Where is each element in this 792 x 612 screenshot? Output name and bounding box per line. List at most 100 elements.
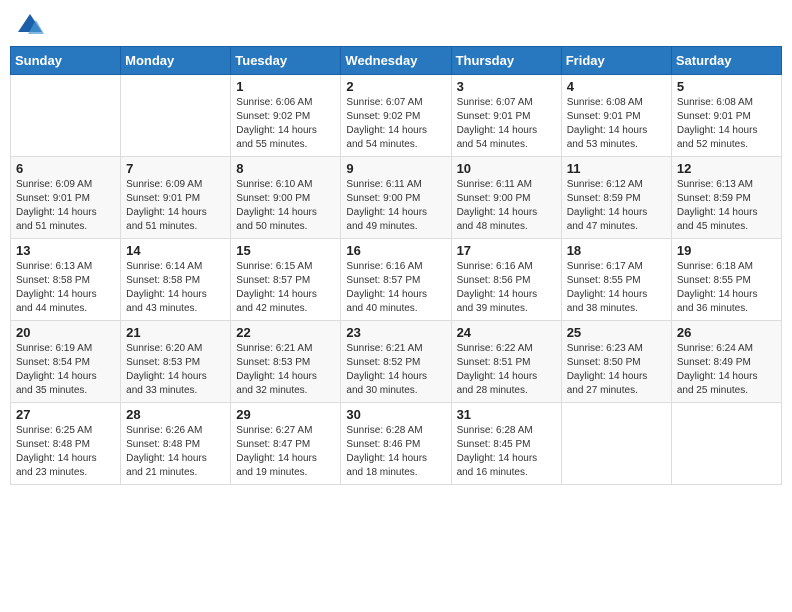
day-number: 1 <box>236 79 335 94</box>
day-number: 4 <box>567 79 666 94</box>
col-tuesday: Tuesday <box>231 47 341 75</box>
calendar-cell: 3 Sunrise: 6:07 AM Sunset: 9:01 PM Daylig… <box>451 75 561 157</box>
calendar-cell: 12Sunrise: 6:13 AM Sunset: 8:59 PM Dayli… <box>671 157 781 239</box>
calendar-week-1: 1 Sunrise: 6:06 AM Sunset: 9:02 PM Daylig… <box>11 75 782 157</box>
day-number: 14 <box>126 243 225 258</box>
calendar-cell: 23Sunrise: 6:21 AM Sunset: 8:52 PM Dayli… <box>341 321 451 403</box>
col-monday: Monday <box>121 47 231 75</box>
col-thursday: Thursday <box>451 47 561 75</box>
col-wednesday: Wednesday <box>341 47 451 75</box>
day-number: 27 <box>16 407 115 422</box>
day-info: Sunrise: 6:28 AM Sunset: 8:46 PM Dayligh… <box>346 424 445 480</box>
day-info: Sunrise: 6:27 AM Sunset: 8:47 PM Dayligh… <box>236 424 335 480</box>
day-number: 3 <box>457 79 556 94</box>
day-number: 29 <box>236 407 335 422</box>
calendar-header-row: Sunday Monday Tuesday Wednesday Thursday… <box>11 47 782 75</box>
calendar-cell: 4 Sunrise: 6:08 AM Sunset: 9:01 PM Daylig… <box>561 75 671 157</box>
day-number: 16 <box>346 243 445 258</box>
day-info: Sunrise: 6:09 AM Sunset: 9:01 PM Dayligh… <box>126 178 225 234</box>
calendar-cell <box>11 75 121 157</box>
calendar-cell: 13 Sunrise: 6:13 AM Sunset: 8:58 PM Dayli… <box>11 239 121 321</box>
day-info: Sunrise: 6:24 AM Sunset: 8:49 PM Dayligh… <box>677 342 776 398</box>
day-info: Sunrise: 6:12 AM Sunset: 8:59 PM Dayligh… <box>567 178 666 234</box>
day-info: Sunrise: 6:16 AM Sunset: 8:57 PM Dayligh… <box>346 260 445 316</box>
calendar-cell: 11Sunrise: 6:12 AM Sunset: 8:59 PM Dayli… <box>561 157 671 239</box>
calendar-cell: 8 Sunrise: 6:10 AM Sunset: 9:00 PM Daylig… <box>231 157 341 239</box>
day-info: Sunrise: 6:11 AM Sunset: 9:00 PM Dayligh… <box>346 178 445 234</box>
day-info: Sunrise: 6:07 AM Sunset: 9:02 PM Dayligh… <box>346 96 445 152</box>
calendar-week-5: 27 Sunrise: 6:25 AM Sunset: 8:48 PM Dayli… <box>11 403 782 485</box>
day-number: 26 <box>677 325 776 340</box>
day-number: 13 <box>16 243 115 258</box>
calendar-cell: 14 Sunrise: 6:14 AM Sunset: 8:58 PM Dayli… <box>121 239 231 321</box>
day-number: 8 <box>236 161 335 176</box>
logo-icon <box>16 10 44 38</box>
calendar-cell: 29 Sunrise: 6:27 AM Sunset: 8:47 PM Dayli… <box>231 403 341 485</box>
day-info: Sunrise: 6:21 AM Sunset: 8:53 PM Dayligh… <box>236 342 335 398</box>
day-info: Sunrise: 6:19 AM Sunset: 8:54 PM Dayligh… <box>16 342 115 398</box>
calendar-cell: 25Sunrise: 6:23 AM Sunset: 8:50 PM Dayli… <box>561 321 671 403</box>
calendar-cell: 10 Sunrise: 6:11 AM Sunset: 9:00 PM Dayli… <box>451 157 561 239</box>
day-number: 10 <box>457 161 556 176</box>
day-info: Sunrise: 6:06 AM Sunset: 9:02 PM Dayligh… <box>236 96 335 152</box>
calendar-cell: 5 Sunrise: 6:08 AM Sunset: 9:01 PM Daylig… <box>671 75 781 157</box>
day-info: Sunrise: 6:18 AM Sunset: 8:55 PM Dayligh… <box>677 260 776 316</box>
day-number: 9 <box>346 161 445 176</box>
calendar-cell: 17 Sunrise: 6:16 AM Sunset: 8:56 PM Dayli… <box>451 239 561 321</box>
page-header <box>10 10 782 38</box>
calendar-cell: 24 Sunrise: 6:22 AM Sunset: 8:51 PM Dayli… <box>451 321 561 403</box>
calendar-cell: 1 Sunrise: 6:06 AM Sunset: 9:02 PM Daylig… <box>231 75 341 157</box>
day-info: Sunrise: 6:14 AM Sunset: 8:58 PM Dayligh… <box>126 260 225 316</box>
logo <box>14 10 44 38</box>
day-info: Sunrise: 6:28 AM Sunset: 8:45 PM Dayligh… <box>457 424 556 480</box>
day-number: 2 <box>346 79 445 94</box>
day-number: 15 <box>236 243 335 258</box>
day-info: Sunrise: 6:11 AM Sunset: 9:00 PM Dayligh… <box>457 178 556 234</box>
day-number: 19 <box>677 243 776 258</box>
day-number: 7 <box>126 161 225 176</box>
day-info: Sunrise: 6:10 AM Sunset: 9:00 PM Dayligh… <box>236 178 335 234</box>
day-info: Sunrise: 6:08 AM Sunset: 9:01 PM Dayligh… <box>677 96 776 152</box>
day-number: 25 <box>567 325 666 340</box>
day-info: Sunrise: 6:20 AM Sunset: 8:53 PM Dayligh… <box>126 342 225 398</box>
day-info: Sunrise: 6:15 AM Sunset: 8:57 PM Dayligh… <box>236 260 335 316</box>
day-info: Sunrise: 6:17 AM Sunset: 8:55 PM Dayligh… <box>567 260 666 316</box>
calendar-cell: 26 Sunrise: 6:24 AM Sunset: 8:49 PM Dayli… <box>671 321 781 403</box>
day-number: 31 <box>457 407 556 422</box>
calendar-cell: 16 Sunrise: 6:16 AM Sunset: 8:57 PM Dayli… <box>341 239 451 321</box>
calendar-cell: 28Sunrise: 6:26 AM Sunset: 8:48 PM Dayli… <box>121 403 231 485</box>
day-number: 12 <box>677 161 776 176</box>
calendar-cell: 22 Sunrise: 6:21 AM Sunset: 8:53 PM Dayli… <box>231 321 341 403</box>
calendar-cell: 20Sunrise: 6:19 AM Sunset: 8:54 PM Dayli… <box>11 321 121 403</box>
day-number: 22 <box>236 325 335 340</box>
calendar-cell: 6 Sunrise: 6:09 AM Sunset: 9:01 PM Daylig… <box>11 157 121 239</box>
calendar-cell: 30 Sunrise: 6:28 AM Sunset: 8:46 PM Dayli… <box>341 403 451 485</box>
col-friday: Friday <box>561 47 671 75</box>
calendar-cell: 15 Sunrise: 6:15 AM Sunset: 8:57 PM Dayli… <box>231 239 341 321</box>
calendar-body: 1 Sunrise: 6:06 AM Sunset: 9:02 PM Daylig… <box>11 75 782 485</box>
day-info: Sunrise: 6:21 AM Sunset: 8:52 PM Dayligh… <box>346 342 445 398</box>
day-info: Sunrise: 6:08 AM Sunset: 9:01 PM Dayligh… <box>567 96 666 152</box>
day-number: 21 <box>126 325 225 340</box>
day-info: Sunrise: 6:13 AM Sunset: 8:58 PM Dayligh… <box>16 260 115 316</box>
day-number: 30 <box>346 407 445 422</box>
day-number: 17 <box>457 243 556 258</box>
calendar-week-4: 20Sunrise: 6:19 AM Sunset: 8:54 PM Dayli… <box>11 321 782 403</box>
col-saturday: Saturday <box>671 47 781 75</box>
day-number: 18 <box>567 243 666 258</box>
day-info: Sunrise: 6:25 AM Sunset: 8:48 PM Dayligh… <box>16 424 115 480</box>
day-info: Sunrise: 6:22 AM Sunset: 8:51 PM Dayligh… <box>457 342 556 398</box>
day-number: 28 <box>126 407 225 422</box>
calendar-cell: 31 Sunrise: 6:28 AM Sunset: 8:45 PM Dayli… <box>451 403 561 485</box>
col-sunday: Sunday <box>11 47 121 75</box>
day-number: 5 <box>677 79 776 94</box>
calendar-table: Sunday Monday Tuesday Wednesday Thursday… <box>10 46 782 485</box>
day-info: Sunrise: 6:09 AM Sunset: 9:01 PM Dayligh… <box>16 178 115 234</box>
calendar-cell: 2 Sunrise: 6:07 AM Sunset: 9:02 PM Daylig… <box>341 75 451 157</box>
day-number: 24 <box>457 325 556 340</box>
day-number: 6 <box>16 161 115 176</box>
calendar-week-3: 13 Sunrise: 6:13 AM Sunset: 8:58 PM Dayli… <box>11 239 782 321</box>
day-info: Sunrise: 6:16 AM Sunset: 8:56 PM Dayligh… <box>457 260 556 316</box>
calendar-cell: 18 Sunrise: 6:17 AM Sunset: 8:55 PM Dayli… <box>561 239 671 321</box>
day-info: Sunrise: 6:07 AM Sunset: 9:01 PM Dayligh… <box>457 96 556 152</box>
